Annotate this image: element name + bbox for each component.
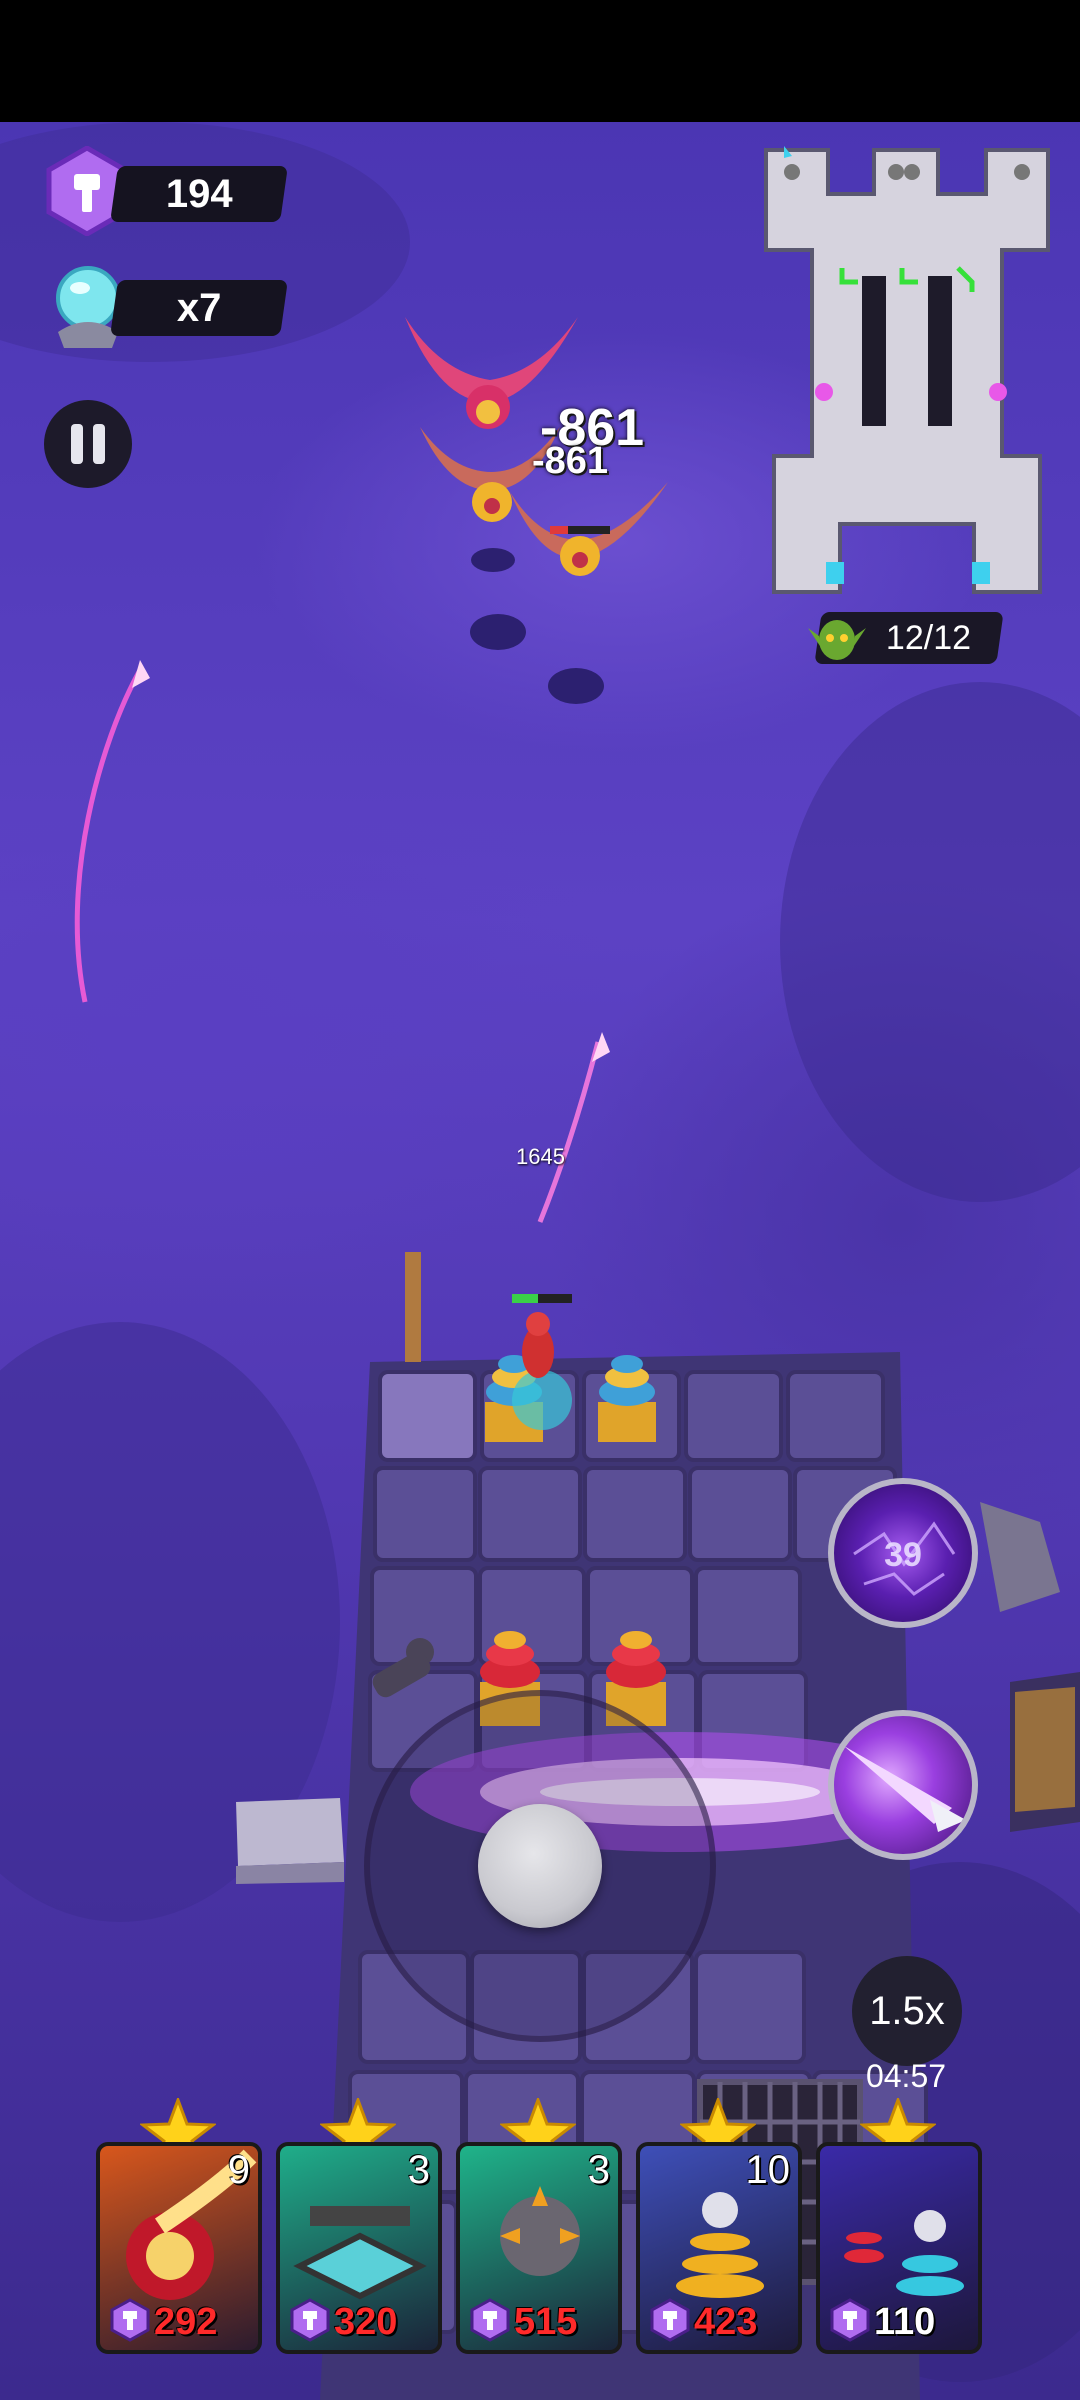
ability-cooldown: 39 — [884, 1536, 922, 1574]
gems-counter: 194 — [110, 166, 288, 222]
bat-enemy-3 — [510, 482, 668, 576]
gem-cost-icon — [290, 2298, 330, 2342]
dungeon-minimap[interactable] — [762, 146, 1052, 606]
damage-number-secondary: -861 — [532, 440, 609, 482]
tower-card[interactable]: 10 423 — [636, 2142, 802, 2354]
pause-button[interactable] — [44, 400, 132, 488]
spear-icon — [844, 1746, 966, 1832]
tower-card[interactable]: 110 — [816, 2142, 982, 2354]
card-cost: 423 — [694, 2301, 758, 2343]
card-level: 10 — [745, 2148, 791, 2192]
orbs-counter: x7 — [110, 280, 288, 336]
ability-spear-button[interactable] — [828, 1710, 978, 1860]
gem-cost-icon — [650, 2298, 690, 2342]
card-cost: 515 — [514, 2301, 578, 2343]
gem-cost-icon — [830, 2298, 870, 2342]
pause-icon — [71, 424, 83, 464]
card-cost: 292 — [154, 2301, 218, 2343]
joystick-knob[interactable] — [478, 1804, 602, 1928]
tower-card[interactable]: 9 292 — [96, 2142, 262, 2354]
gem-cost-icon — [110, 2298, 150, 2342]
card-level: 3 — [407, 2148, 430, 2192]
hero-hp-value: 1645 — [516, 1144, 565, 1169]
ability-arcane-button[interactable]: 39 — [828, 1478, 978, 1628]
wave-timer: 04:57 — [865, 2058, 947, 2094]
gem-cost-icon — [470, 2298, 510, 2342]
card-cost: 320 — [334, 2301, 398, 2343]
tower-card[interactable]: 3 320 — [276, 2142, 442, 2354]
status-bar — [0, 0, 1080, 122]
goblin-icon — [808, 620, 866, 660]
tower-card[interactable]: 3 515 — [456, 2142, 622, 2354]
card-level: 9 — [227, 2148, 250, 2192]
arrow-projectile — [132, 660, 150, 688]
speed-toggle-button[interactable]: 1.5x — [852, 1956, 962, 2066]
card-cost: 110 — [874, 2301, 936, 2343]
card-level: 3 — [587, 2148, 610, 2192]
